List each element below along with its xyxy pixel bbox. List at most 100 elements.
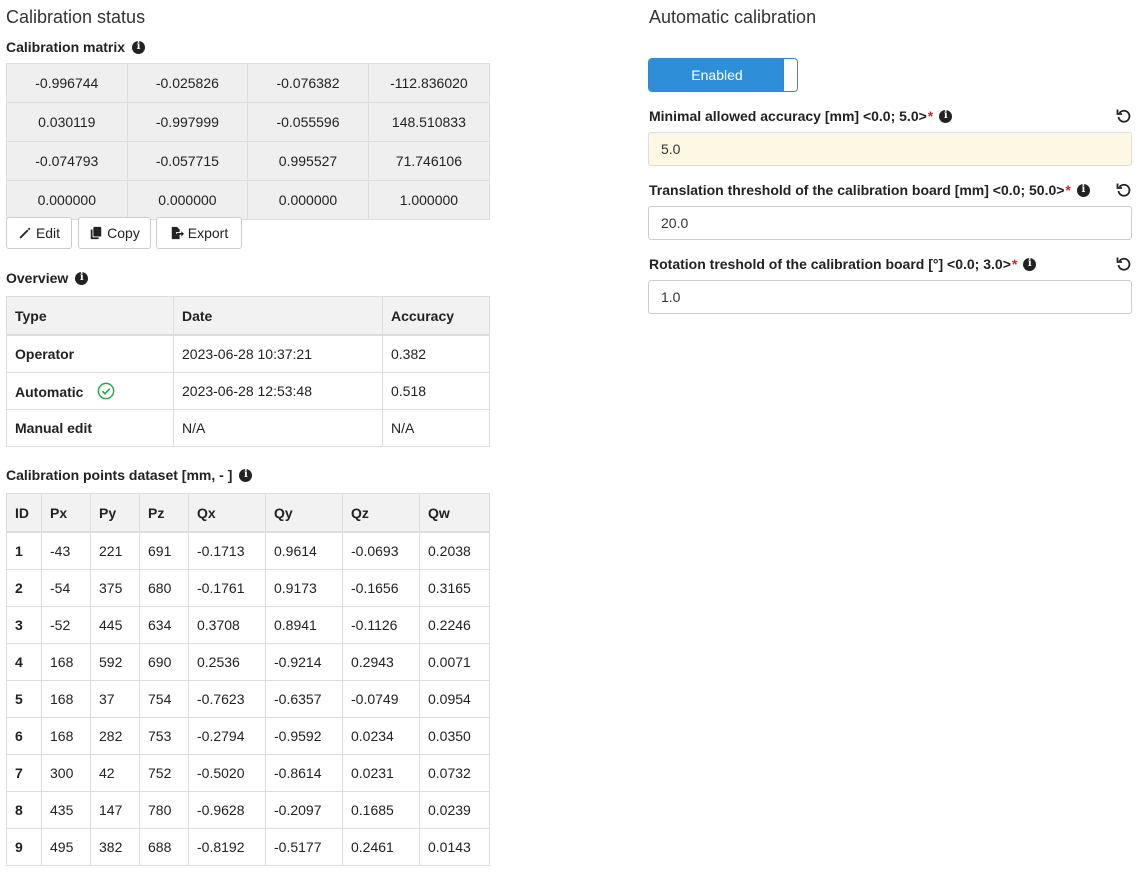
point-value: 752 bbox=[139, 754, 189, 792]
table-row: 6 168 282 753 -0.2794 -0.9592 0.0234 0.0350 bbox=[6, 717, 490, 755]
point-id: 4 bbox=[6, 643, 42, 681]
info-icon[interactable]: i bbox=[75, 271, 89, 285]
calibration-matrix-label: Calibration matrix i bbox=[6, 39, 146, 55]
matrix-row: 0.000000 0.000000 0.000000 1.000000 bbox=[6, 180, 491, 220]
translation-threshold-input[interactable] bbox=[648, 206, 1132, 240]
point-value: 688 bbox=[139, 828, 189, 866]
matrix-row: 0.030119 -0.997999 -0.055596 148.510833 bbox=[6, 102, 491, 142]
column-header: Qz bbox=[342, 493, 420, 533]
point-value: 168 bbox=[41, 643, 91, 681]
point-value: 0.8941 bbox=[265, 606, 343, 644]
point-value: 37 bbox=[90, 680, 140, 718]
table-row: Operator 2023-06-28 10:37:21 0.382 bbox=[6, 334, 490, 373]
point-value: -0.7623 bbox=[188, 680, 266, 718]
reset-icon[interactable] bbox=[1116, 256, 1132, 272]
overview-accuracy: 0.382 bbox=[382, 334, 490, 373]
min-accuracy-input[interactable] bbox=[648, 132, 1132, 166]
point-id: 7 bbox=[6, 754, 42, 792]
point-value: 0.3165 bbox=[419, 569, 490, 607]
reset-icon[interactable] bbox=[1116, 182, 1132, 198]
translation-threshold-label: Translation threshold of the calibration… bbox=[649, 182, 1090, 198]
rotation-threshold-input[interactable] bbox=[648, 280, 1132, 314]
info-icon[interactable]: i bbox=[939, 109, 953, 123]
calibration-status-title: Calibration status bbox=[6, 7, 146, 27]
info-icon[interactable]: i bbox=[1023, 257, 1037, 271]
point-value: -43 bbox=[41, 531, 91, 570]
copy-icon bbox=[90, 226, 102, 240]
copy-button-label: Copy bbox=[107, 225, 140, 241]
point-value: -0.0749 bbox=[342, 680, 420, 718]
point-value: -0.8614 bbox=[265, 754, 343, 792]
point-value: 0.1685 bbox=[342, 791, 420, 829]
point-value: 753 bbox=[139, 717, 189, 755]
point-value: -0.1713 bbox=[188, 531, 266, 570]
matrix-cell: -0.997999 bbox=[126, 102, 249, 142]
point-value: -54 bbox=[41, 569, 91, 607]
point-value: 300 bbox=[41, 754, 91, 792]
column-header: Accuracy bbox=[382, 296, 490, 336]
point-value: 435 bbox=[41, 791, 91, 829]
info-icon[interactable]: i bbox=[239, 468, 253, 482]
export-button[interactable]: Export bbox=[156, 217, 242, 249]
point-value: 0.0239 bbox=[419, 791, 490, 829]
matrix-cell: 1.000000 bbox=[367, 180, 491, 220]
overview-date: 2023-06-28 10:37:21 bbox=[173, 334, 383, 373]
point-value: 0.3708 bbox=[188, 606, 266, 644]
info-icon[interactable]: i bbox=[132, 40, 146, 54]
export-icon bbox=[171, 226, 184, 240]
required-mark: * bbox=[1065, 182, 1071, 198]
column-header: Qy bbox=[265, 493, 343, 533]
point-value: 634 bbox=[139, 606, 189, 644]
overview-table: Type Date Accuracy Operator 2023-06-28 1… bbox=[6, 296, 490, 447]
overview-accuracy: 0.518 bbox=[382, 372, 490, 410]
column-header: Type bbox=[6, 296, 174, 336]
point-value: 147 bbox=[90, 791, 140, 829]
edit-button[interactable]: Edit bbox=[6, 217, 72, 249]
point-value: -0.9628 bbox=[188, 791, 266, 829]
info-icon[interactable]: i bbox=[1076, 183, 1090, 197]
calibration-matrix-table: -0.996744 -0.025826 -0.076382 -112.83602… bbox=[6, 63, 491, 220]
matrix-cell: 0.030119 bbox=[6, 102, 128, 142]
required-mark: * bbox=[1011, 256, 1018, 272]
matrix-cell: 0.000000 bbox=[6, 180, 128, 220]
table-row: Manual edit N/A N/A bbox=[6, 409, 490, 447]
overview-label-text: Overview bbox=[6, 270, 69, 286]
translation-threshold-label-text: Translation threshold of the calibration… bbox=[649, 182, 1065, 198]
table-row: 5 168 37 754 -0.7623 -0.6357 -0.0749 0.0954 bbox=[6, 680, 490, 718]
column-header: Qw bbox=[419, 493, 490, 533]
table-row: 4 168 592 690 0.2536 -0.9214 0.2943 0.0071 bbox=[6, 643, 490, 681]
point-value: 0.0071 bbox=[419, 643, 490, 681]
point-value: -0.5020 bbox=[188, 754, 266, 792]
point-id: 9 bbox=[6, 828, 42, 866]
column-header: Pz bbox=[139, 493, 189, 533]
table-row: 3 -52 445 634 0.3708 0.8941 -0.1126 0.2246 bbox=[6, 606, 490, 644]
reset-icon[interactable] bbox=[1116, 108, 1132, 124]
table-row: 9 495 382 688 -0.8192 -0.5177 0.2461 0.0143 bbox=[6, 828, 490, 866]
matrix-row: -0.074793 -0.057715 0.995527 71.746106 bbox=[6, 141, 491, 181]
point-value: -0.2794 bbox=[188, 717, 266, 755]
calibration-points-table: ID Px Py Pz Qx Qy Qz Qw 1 -43 221 691 -0.171… bbox=[6, 493, 490, 866]
toggle-knob bbox=[783, 59, 797, 91]
pencil-icon bbox=[19, 227, 31, 239]
column-header: Px bbox=[41, 493, 91, 533]
point-value: 754 bbox=[139, 680, 189, 718]
point-value: 0.0732 bbox=[419, 754, 490, 792]
dataset-label: Calibration points dataset [mm, - ] i bbox=[6, 467, 253, 483]
overview-type: Manual edit bbox=[6, 409, 174, 447]
overview-type-cell: Automatic bbox=[6, 372, 174, 410]
overview-date: 2023-06-28 12:53:48 bbox=[173, 372, 383, 410]
automatic-calibration-toggle[interactable]: Enabled bbox=[648, 58, 798, 92]
point-value: 282 bbox=[90, 717, 140, 755]
point-id: 6 bbox=[6, 717, 42, 755]
point-value: -0.5177 bbox=[265, 828, 343, 866]
copy-button[interactable]: Copy bbox=[78, 217, 151, 249]
matrix-cell: -112.836020 bbox=[367, 63, 491, 103]
required-mark: * bbox=[927, 108, 934, 124]
overview-type: Operator bbox=[6, 334, 174, 373]
point-value: 0.2536 bbox=[188, 643, 266, 681]
point-value: 592 bbox=[90, 643, 140, 681]
point-value: 690 bbox=[139, 643, 189, 681]
table-header-row: Type Date Accuracy bbox=[6, 296, 490, 336]
column-header: Qx bbox=[188, 493, 266, 533]
point-value: 0.0234 bbox=[342, 717, 420, 755]
